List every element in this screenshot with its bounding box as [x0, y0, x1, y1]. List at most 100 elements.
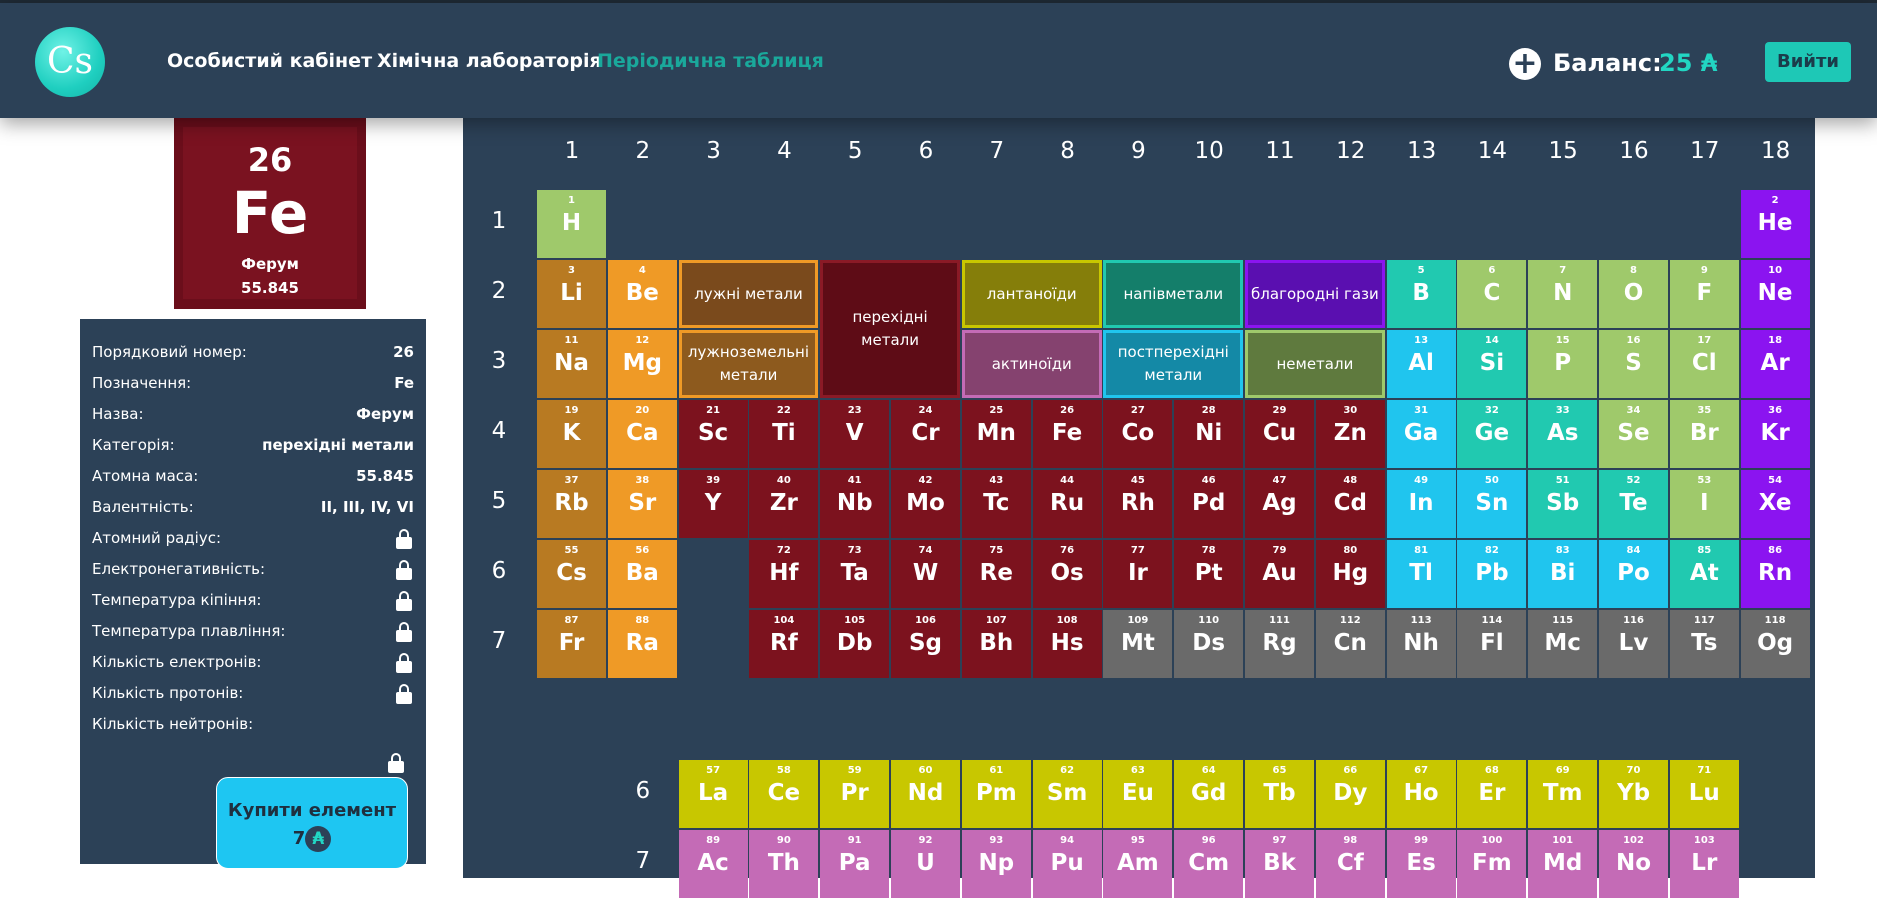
element-cell[interactable]: 44 Ru	[1032, 470, 1102, 538]
element-cell[interactable]: 13 Al	[1386, 330, 1456, 398]
element-cell[interactable]: 27 Co	[1103, 400, 1173, 468]
element-cell[interactable]: 85 At	[1669, 540, 1739, 608]
element-cell[interactable]: 104 Rf	[749, 610, 819, 678]
element-cell[interactable]: 25 Mn	[961, 400, 1031, 468]
element-cell[interactable]: 16 S	[1599, 330, 1668, 398]
element-cell[interactable]: 55 Cs	[537, 540, 606, 608]
element-cell[interactable]: 3 Li	[537, 260, 606, 328]
element-cell[interactable]: 94 Pu	[1032, 830, 1102, 898]
element-cell[interactable]: 42 Mo	[891, 470, 960, 538]
element-cell[interactable]: 51 Sb	[1528, 470, 1598, 538]
element-cell[interactable]: 23 V	[820, 400, 890, 468]
element-cell[interactable]: 53 I	[1669, 470, 1739, 538]
legend-alkaline[interactable]: лужноземельні метали	[678, 330, 819, 398]
element-cell[interactable]: 19 K	[537, 400, 606, 468]
element-cell[interactable]: 81 Tl	[1386, 540, 1456, 608]
add-balance-icon[interactable]: +	[1509, 48, 1541, 80]
element-cell[interactable]: 91 Pa	[820, 830, 890, 898]
element-cell[interactable]: 84 Po	[1599, 540, 1668, 608]
legend-transition[interactable]: перехідні метали	[820, 260, 960, 398]
lock-icon[interactable]	[396, 684, 412, 704]
element-cell[interactable]: 96 Cm	[1174, 830, 1244, 898]
element-cell[interactable]: 111 Rg	[1245, 610, 1314, 678]
element-cell[interactable]: 115 Mc	[1528, 610, 1598, 678]
element-cell[interactable]: 36 Kr	[1740, 400, 1810, 468]
element-cell[interactable]: 7N	[1528, 260, 1598, 328]
element-cell[interactable]: 57 La	[678, 760, 748, 828]
legend-post[interactable]: постперехідні метали	[1103, 330, 1244, 398]
lock-icon[interactable]	[388, 753, 404, 773]
lock-icon[interactable]	[396, 591, 412, 611]
lock-icon[interactable]	[396, 529, 412, 549]
element-cell[interactable]: 93 Np	[961, 830, 1031, 898]
element-cell[interactable]: 46 Pd	[1174, 470, 1244, 538]
element-cell[interactable]: 38 Sr	[607, 470, 677, 538]
element-cell[interactable]: 32 Ge	[1457, 400, 1527, 468]
legend-noble[interactable]: благородні гази	[1245, 260, 1385, 328]
element-cell[interactable]: 31 Ga	[1386, 400, 1456, 468]
element-cell[interactable]: 76 Os	[1032, 540, 1102, 608]
element-cell[interactable]: 12 Mg	[607, 330, 677, 398]
element-cell[interactable]: 108 Hs	[1032, 610, 1102, 678]
element-cell[interactable]: 103 Lr	[1669, 830, 1739, 898]
element-cell[interactable]: 49 In	[1386, 470, 1456, 538]
element-cell[interactable]: 82 Pb	[1457, 540, 1527, 608]
element-cell[interactable]: 67 Ho	[1386, 760, 1456, 828]
legend-alkali[interactable]: лужні метали	[678, 260, 819, 328]
element-cell[interactable]: 10 Ne	[1740, 260, 1810, 328]
element-cell[interactable]: 109 Mt	[1103, 610, 1173, 678]
element-cell[interactable]: 100 Fm	[1457, 830, 1527, 898]
element-cell[interactable]: 107 Bh	[961, 610, 1031, 678]
element-cell[interactable]: 14 Si	[1457, 330, 1527, 398]
element-cell[interactable]: 78 Pt	[1174, 540, 1244, 608]
element-cell[interactable]: 21 Sc	[678, 400, 748, 468]
element-cell[interactable]: 30 Zn	[1315, 400, 1385, 468]
element-cell[interactable]: 8O	[1599, 260, 1668, 328]
element-cell[interactable]: 87 Fr	[537, 610, 606, 678]
buy-element-button[interactable]: Купити елемент 7 ₳	[216, 777, 408, 869]
element-cell[interactable]: 43 Tc	[961, 470, 1031, 538]
element-cell[interactable]: 112 Cn	[1315, 610, 1385, 678]
lock-icon[interactable]	[396, 653, 412, 673]
element-cell[interactable]: 61 Pm	[961, 760, 1031, 828]
element-cell[interactable]: 65 Tb	[1245, 760, 1314, 828]
element-cell[interactable]: 74 W	[891, 540, 960, 608]
element-cell[interactable]: 9F	[1669, 260, 1739, 328]
legend-lanthanoid[interactable]: лантаноїди	[961, 260, 1102, 328]
element-cell[interactable]: 95 Am	[1103, 830, 1173, 898]
element-cell[interactable]: 56 Ba	[607, 540, 677, 608]
element-cell[interactable]: 45 Rh	[1103, 470, 1173, 538]
element-cell[interactable]: 89 Ac	[678, 830, 748, 898]
element-cell[interactable]: 97 Bk	[1245, 830, 1314, 898]
legend-actinoid[interactable]: актиноїди	[961, 330, 1102, 398]
element-cell[interactable]: 17 Cl	[1669, 330, 1739, 398]
element-cell[interactable]: 34 Se	[1599, 400, 1668, 468]
logout-button[interactable]: Вийти	[1765, 42, 1851, 82]
element-cell[interactable]: 71 Lu	[1669, 760, 1739, 828]
element-cell[interactable]: 52 Te	[1599, 470, 1668, 538]
element-cell[interactable]: 79 Au	[1245, 540, 1314, 608]
element-cell[interactable]: 26 Fe	[1032, 400, 1102, 468]
element-cell[interactable]: 33 As	[1528, 400, 1598, 468]
legend-nonmetal[interactable]: неметали	[1245, 330, 1385, 398]
element-cell[interactable]: 117 Ts	[1669, 610, 1739, 678]
element-cell[interactable]: 99 Es	[1386, 830, 1456, 898]
nav-profile[interactable]: Особистий кабінет	[167, 50, 372, 72]
element-cell[interactable]: 35 Br	[1669, 400, 1739, 468]
element-cell[interactable]: 105 Db	[820, 610, 890, 678]
element-cell[interactable]: 1H	[537, 190, 606, 258]
lock-icon[interactable]	[396, 560, 412, 580]
nav-periodic-table[interactable]: Періодична таблиця	[597, 50, 824, 72]
element-cell[interactable]: 63 Eu	[1103, 760, 1173, 828]
element-cell[interactable]: 11 Na	[537, 330, 606, 398]
element-cell[interactable]: 47 Ag	[1245, 470, 1314, 538]
element-cell[interactable]: 73 Ta	[820, 540, 890, 608]
element-cell[interactable]: 116 Lv	[1599, 610, 1668, 678]
element-cell[interactable]: 101 Md	[1528, 830, 1598, 898]
element-cell[interactable]: 59 Pr	[820, 760, 890, 828]
element-cell[interactable]: 4 Be	[607, 260, 677, 328]
element-cell[interactable]: 20 Ca	[607, 400, 677, 468]
element-cell[interactable]: 113 Nh	[1386, 610, 1456, 678]
element-cell[interactable]: 60 Nd	[891, 760, 960, 828]
element-cell[interactable]: 40 Zr	[749, 470, 819, 538]
